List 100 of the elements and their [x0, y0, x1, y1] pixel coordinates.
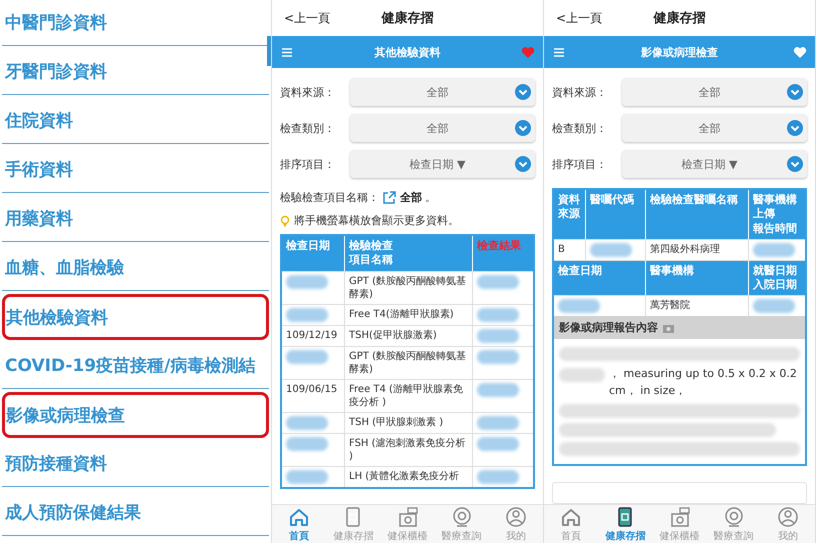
nav-tab[interactable]: 首頁 — [272, 505, 326, 543]
filter-label: 檢查類別： — [552, 120, 608, 136]
dropdown[interactable]: 全部 — [622, 78, 807, 106]
table-cell-text: Free T4 (游離甲狀腺素免疫分析 ) — [349, 382, 464, 409]
nav-tab[interactable]: 健保櫃檯 — [380, 505, 435, 543]
camera-counter-icon — [396, 506, 418, 528]
redaction-blur — [477, 470, 519, 484]
column-header: 醫事機構 — [753, 193, 798, 208]
page-title: 影像或病理檢查 — [640, 44, 719, 60]
chevron-down-icon — [515, 156, 531, 172]
filter-label: 檢驗檢查項目名稱： — [280, 190, 379, 205]
redaction-blur — [286, 350, 328, 364]
redaction-blur — [590, 242, 632, 257]
column-header: 項目名稱 — [349, 253, 394, 268]
nav-tab[interactable]: 我的 — [760, 505, 815, 543]
lightbulb-icon — [280, 214, 290, 226]
search-icon — [450, 506, 473, 528]
redaction-blur — [286, 436, 328, 451]
column-header: 資料來源 — [558, 193, 581, 222]
redaction-blur — [286, 416, 328, 430]
redaction-blur — [753, 299, 795, 314]
redaction-blur — [558, 299, 600, 314]
section-title: 影像或病理報告內容 — [559, 320, 658, 336]
profile-icon — [776, 506, 799, 528]
menu-icon[interactable] — [281, 46, 293, 58]
dropdown[interactable]: 全部 — [350, 114, 535, 142]
redaction-blur — [286, 470, 328, 484]
menu-item[interactable]: 手術資料 — [2, 147, 269, 193]
redaction-blur — [477, 274, 519, 289]
redaction-blur — [477, 416, 519, 430]
heart-icon[interactable] — [521, 46, 535, 58]
nav-tab[interactable]: 首頁 — [544, 505, 598, 543]
menu-item[interactable]: 影像或病理檢查 — [2, 392, 269, 438]
camera-counter-icon — [668, 506, 690, 528]
column-header: 入院日期 — [753, 278, 798, 292]
item-link[interactable]: 全部 — [400, 190, 422, 205]
dropdown-value: 全部 — [698, 84, 722, 100]
nav-tab[interactable]: 醫療查詢 — [706, 505, 761, 543]
column-header: 檢查日期 — [558, 264, 603, 278]
nav-tab[interactable]: 健保櫃檯 — [652, 505, 707, 543]
filter-label: 排序項目： — [552, 156, 608, 172]
app-title: 健康存摺 — [654, 10, 706, 27]
chevron-down-icon — [515, 120, 531, 136]
external-link-icon[interactable] — [382, 190, 397, 205]
dropdown-value: 檢查日期 ▼ — [680, 156, 738, 172]
table-cell-text: 109/06/15 — [286, 382, 338, 396]
chevron-down-icon — [787, 84, 803, 100]
dropdown[interactable]: 檢查日期 ▼ — [350, 150, 535, 178]
punctuation: 。 — [425, 190, 436, 205]
redaction-blur — [286, 274, 328, 289]
dropdown-value: 全部 — [426, 84, 450, 100]
nav-tab[interactable]: 醫療查詢 — [434, 505, 489, 543]
column-header: 醫囑代碼 — [590, 193, 635, 208]
search-icon — [722, 506, 745, 528]
back-link[interactable]: <上一頁 — [284, 10, 330, 26]
redaction-blur — [753, 242, 795, 257]
scrollbar — [267, 36, 271, 66]
nav-tab[interactable]: 健康存摺 — [598, 505, 652, 543]
dropdown-value: 全部 — [426, 120, 450, 136]
back-link[interactable]: <上一頁 — [556, 10, 602, 26]
menu-item[interactable]: 其他檢驗資料 — [2, 294, 269, 340]
app-title: 健康存摺 — [382, 10, 434, 27]
filter-label: 資料來源： — [280, 84, 336, 100]
menu-icon[interactable] — [553, 46, 565, 58]
menu-item[interactable]: 用藥資料 — [2, 196, 269, 242]
column-header: 報告時間 — [753, 222, 798, 236]
chevron-down-icon — [787, 156, 803, 172]
redaction-blur — [477, 382, 519, 397]
column-header: 檢查結果 — [477, 239, 522, 254]
heart-icon[interactable] — [793, 46, 807, 58]
menu-item[interactable]: 成人預防保健結果 — [2, 490, 269, 536]
page-title: 其他檢驗資料 — [374, 44, 442, 60]
menu-item[interactable]: 預防接種資料 — [2, 441, 269, 487]
redaction-blur — [286, 308, 328, 322]
menu-item[interactable]: COVID-19疫苗接種/病毒檢測結 — [2, 343, 269, 389]
column-header: 醫事機構 — [650, 264, 695, 278]
redaction-blur — [559, 368, 605, 382]
table-cell-text: LH (黃體化激素免疫分析 — [349, 470, 460, 483]
menu-item[interactable]: 血糖、血脂檢驗 — [2, 245, 269, 291]
column-header: 就醫日期 — [753, 264, 798, 278]
nav-tab[interactable]: 我的 — [488, 505, 543, 543]
nav-tab[interactable]: 健康存摺 — [326, 505, 380, 543]
dropdown-value: 檢查日期 ▼ — [408, 156, 466, 172]
dropdown-value: 全部 — [698, 120, 722, 136]
filter-label: 檢查類別： — [280, 120, 336, 136]
redaction-blur — [477, 308, 519, 322]
dropdown[interactable]: 全部 — [350, 78, 535, 106]
table-cell-text: GPT (麩胺酸丙酮酸轉氨基酵素) — [349, 274, 467, 301]
menu-item[interactable]: 住院資料 — [2, 98, 269, 144]
dropdown[interactable]: 全部 — [622, 114, 807, 142]
input-field[interactable] — [552, 482, 807, 504]
report-text: ， measuring up to 0.5 x 0.2 x 0.2 cm， in size， — [609, 366, 798, 399]
profile-icon — [504, 506, 527, 528]
table-cell-text: TSH (甲狀腺刺激素 ) — [349, 416, 444, 429]
dropdown[interactable]: 檢查日期 ▼ — [622, 150, 807, 178]
table-cell-text: GPT (麩胺酸丙酮酸轉氨基酵素) — [349, 350, 467, 376]
column-header: 檢驗檢查醫囑名稱 — [650, 193, 739, 208]
filter-label: 資料來源： — [552, 84, 608, 100]
table-cell-text: TSH(促甲狀腺激素) — [349, 328, 437, 342]
table-cell-text: 109/12/19 — [286, 328, 338, 342]
